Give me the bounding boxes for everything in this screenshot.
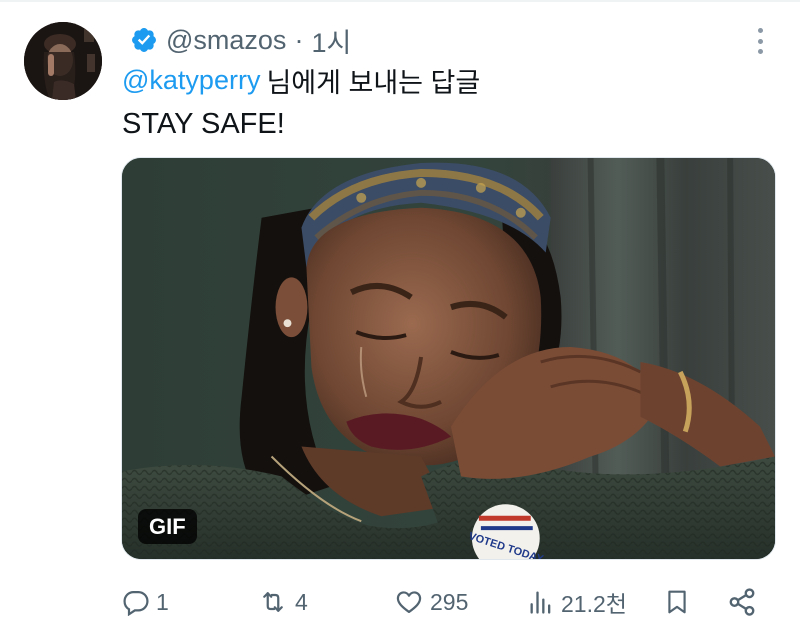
reply-button[interactable]: 1 — [122, 582, 169, 622]
gif-badge: GIF — [138, 509, 197, 544]
repost-icon — [263, 592, 283, 612]
views-icon — [530, 591, 551, 614]
gif-media[interactable]: VOTED TODAY — [121, 157, 776, 560]
more-options-icon[interactable] — [748, 24, 772, 58]
repost-button[interactable]: 4 — [257, 582, 308, 622]
avatar-image — [24, 22, 102, 100]
verified-badge-icon — [130, 26, 158, 54]
bookmark-icon — [668, 590, 686, 614]
replying-to-label: 님에게 보내는 답글 — [266, 67, 481, 98]
action-bar: 1 4 295 21.2천 — [0, 582, 800, 622]
views-count: 21.2천 — [561, 591, 627, 617]
divider — [0, 0, 800, 2]
reply-icon — [123, 590, 149, 616]
replying-to: @katyperry 님에게 보내는 답글 — [122, 62, 480, 98]
share-button[interactable] — [727, 582, 757, 622]
gif-frame: VOTED TODAY — [122, 158, 775, 559]
bookmark-button[interactable] — [664, 582, 690, 622]
tweet-header: @smazos · 1시 — [130, 22, 351, 58]
timestamp[interactable]: 1시 — [311, 21, 351, 60]
repost-count: 4 — [295, 588, 308, 615]
user-handle[interactable]: @smazos — [166, 25, 286, 56]
avatar[interactable] — [24, 22, 102, 100]
heart-icon — [396, 591, 422, 614]
like-count: 295 — [430, 588, 469, 615]
tweet-card[interactable]: @smazos · 1시 @katyperry 님에게 보내는 답글 STAY … — [0, 0, 800, 631]
separator-dot: · — [294, 24, 304, 55]
tweet-text: STAY SAFE! — [122, 108, 285, 140]
like-button[interactable]: 295 — [394, 582, 468, 622]
views-button[interactable]: 21.2천 — [527, 582, 627, 622]
reply-count: 1 — [156, 588, 169, 615]
share-icon — [729, 588, 755, 616]
mention-link[interactable]: @katyperry — [122, 65, 260, 96]
